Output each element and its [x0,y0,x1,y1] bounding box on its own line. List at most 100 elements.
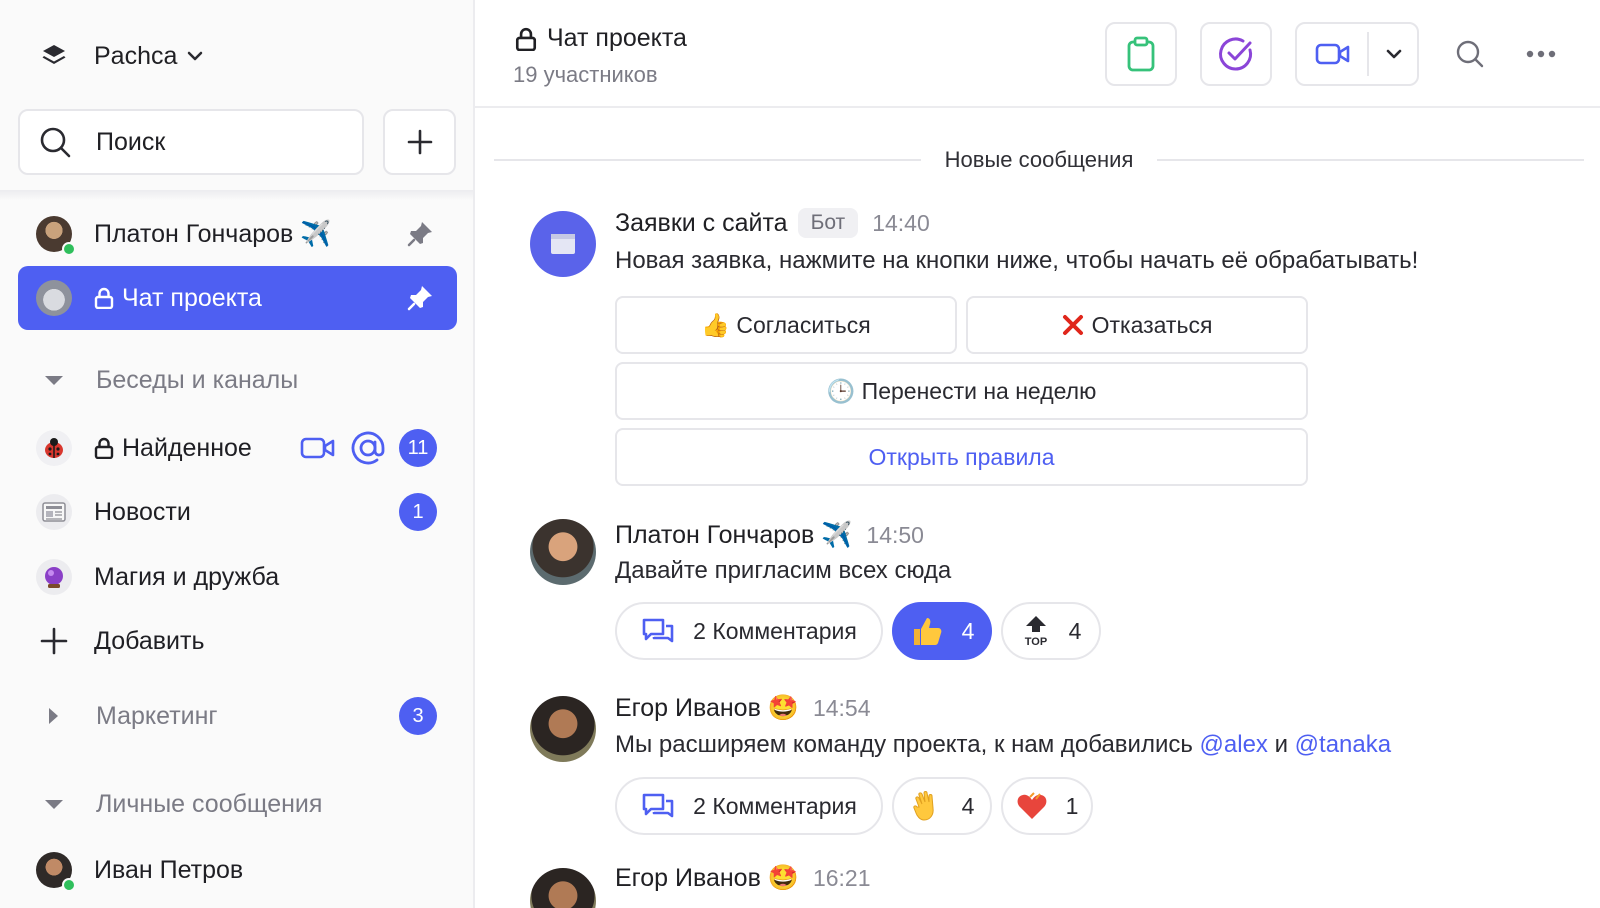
sidebar-item-text: Найденное [122,433,252,462]
section-direct-messages[interactable]: Личные сообщения [40,784,322,824]
workspace-switcher[interactable]: Pachca [40,36,205,76]
avatar [36,280,72,316]
author-avatar[interactable] [530,868,596,908]
section-marketing[interactable]: Маркетинг [40,696,218,736]
comments-button[interactable]: 2 Комментария [615,777,883,835]
layers-icon [42,45,66,64]
comments-icon [641,616,675,646]
note-icon [551,234,575,254]
sidebar-item-label: Магия и дружба [94,562,280,591]
message-text-part: Мы расширяем команду проекта, к нам доба… [615,731,1200,758]
sidebar-item-label: Новости [94,497,191,526]
video-call-icon [1315,43,1350,65]
sidebar-item-label: Найденное [94,434,252,463]
message-header: Заявки с сайта Бот 14:40 [615,208,930,238]
message-time: 14:54 [812,695,871,721]
open-rules-button[interactable]: Открыть правила [615,428,1308,486]
author-name[interactable]: Егор Иванов 🤩 [615,864,799,893]
newspaper-avatar [36,494,72,530]
more-button[interactable] [1523,36,1559,72]
pin-icon[interactable] [405,219,435,249]
chat-title: Чат проекта [515,24,687,53]
waving-hand-icon [910,789,944,823]
new-messages-divider: Новые сообщения [494,140,1585,180]
top-arrow-icon: TOP [1021,614,1051,648]
message-time: 14:40 [872,209,930,236]
postpone-button[interactable]: 🕒 Перенести на неделю [615,362,1308,420]
clipboard-button[interactable] [1105,22,1177,86]
comments-button[interactable]: 2 Комментария [615,602,883,660]
author-name[interactable]: Егор Иванов 🤩 [615,694,799,723]
caret-right-icon [49,708,58,724]
thumbs-up-icon [910,614,944,648]
reaction-top[interactable]: TOP 4 [1001,602,1101,660]
reaction-count: 4 [1068,617,1082,644]
section-label: Маркетинг [96,701,218,730]
sidebar-item-news[interactable]: Новости 1 [18,480,457,544]
lock-icon [94,287,114,309]
divider-line [494,159,921,161]
mention-link[interactable]: @tanaka [1295,731,1391,758]
svg-text:TOP: TOP [1024,636,1046,648]
caret-down-icon [45,376,63,385]
check-circle-icon [1219,37,1253,71]
search-box[interactable] [18,109,364,175]
online-indicator [62,242,76,256]
new-chat-button[interactable] [383,109,456,175]
lock-icon [515,27,537,51]
comments-label: 2 Комментария [693,792,857,819]
search-input[interactable] [96,127,346,157]
section-label: Личные сообщения [96,789,323,818]
tasks-button[interactable] [1200,22,1272,86]
unread-badge: 11 [399,429,437,467]
plus-icon [40,627,68,655]
sidebar-item-platon[interactable]: Платон Гончаров ✈️ [18,202,457,266]
pin-icon[interactable] [405,283,435,313]
online-indicator [62,878,76,892]
agree-button[interactable]: 👍 Согласиться [615,296,957,354]
cross-mark-icon [1062,315,1083,335]
author-avatar[interactable] [530,519,596,585]
author-name[interactable]: Платон Гончаров ✈️ [615,521,852,550]
crystal-ball-avatar [36,559,72,595]
message-header: Платон Гончаров ✈️ 14:50 [615,521,924,550]
comments-label: 2 Комментария [693,617,857,644]
workspace-name: Pachca [94,41,178,70]
search-icon [40,127,71,158]
search-button[interactable] [1452,36,1488,72]
author-avatar[interactable] [530,696,596,762]
more-horizontal-icon [1526,50,1556,58]
members-count[interactable]: 19 участников [513,62,658,88]
sidebar-item-magic[interactable]: Магия и дружба [18,545,457,609]
video-call-icon [300,437,335,459]
add-channel-button[interactable]: Добавить [18,609,457,673]
section-chats-channels[interactable]: Беседы и каналы [40,360,298,400]
sidebar-item-ivan[interactable]: Иван Петров [18,838,457,902]
avatar [36,852,76,892]
reaction-wave[interactable]: 4 [892,777,992,835]
reaction-heart[interactable]: 1 [1001,777,1093,835]
message-header: Егор Иванов 🤩 16:21 [615,864,871,893]
reaction-count: 1 [1065,792,1079,819]
decline-button[interactable]: Отказаться [966,296,1308,354]
sidebar: Pachca Платон Гончаров ✈️ [0,0,475,908]
author-name[interactable]: Заявки с сайта [615,209,788,238]
sidebar-item-label: Чат проекта [94,284,262,313]
video-call-button[interactable] [1295,22,1419,86]
bot-tag: Бот [797,208,859,238]
reaction-count: 4 [961,617,975,644]
message-time: 16:21 [812,865,871,891]
comments-icon [641,791,675,821]
sidebar-item-project-chat[interactable]: Чат проекта [18,266,457,330]
chevron-down-icon[interactable] [1383,43,1405,65]
sidebar-item-found[interactable]: Найденное 11 [18,416,457,480]
mention-icon [351,431,385,465]
unread-badge: 3 [399,697,437,735]
sidebar-item-label: Платон Гончаров ✈️ [94,219,332,248]
mention-link[interactable]: @alex [1200,731,1268,758]
bot-avatar[interactable] [530,211,596,277]
reaction-thumbs-up[interactable]: 4 [892,602,992,660]
chat-title-text: Чат проекта [547,24,687,52]
sidebar-item-text: Чат проекта [122,283,262,312]
plus-icon [407,129,432,155]
